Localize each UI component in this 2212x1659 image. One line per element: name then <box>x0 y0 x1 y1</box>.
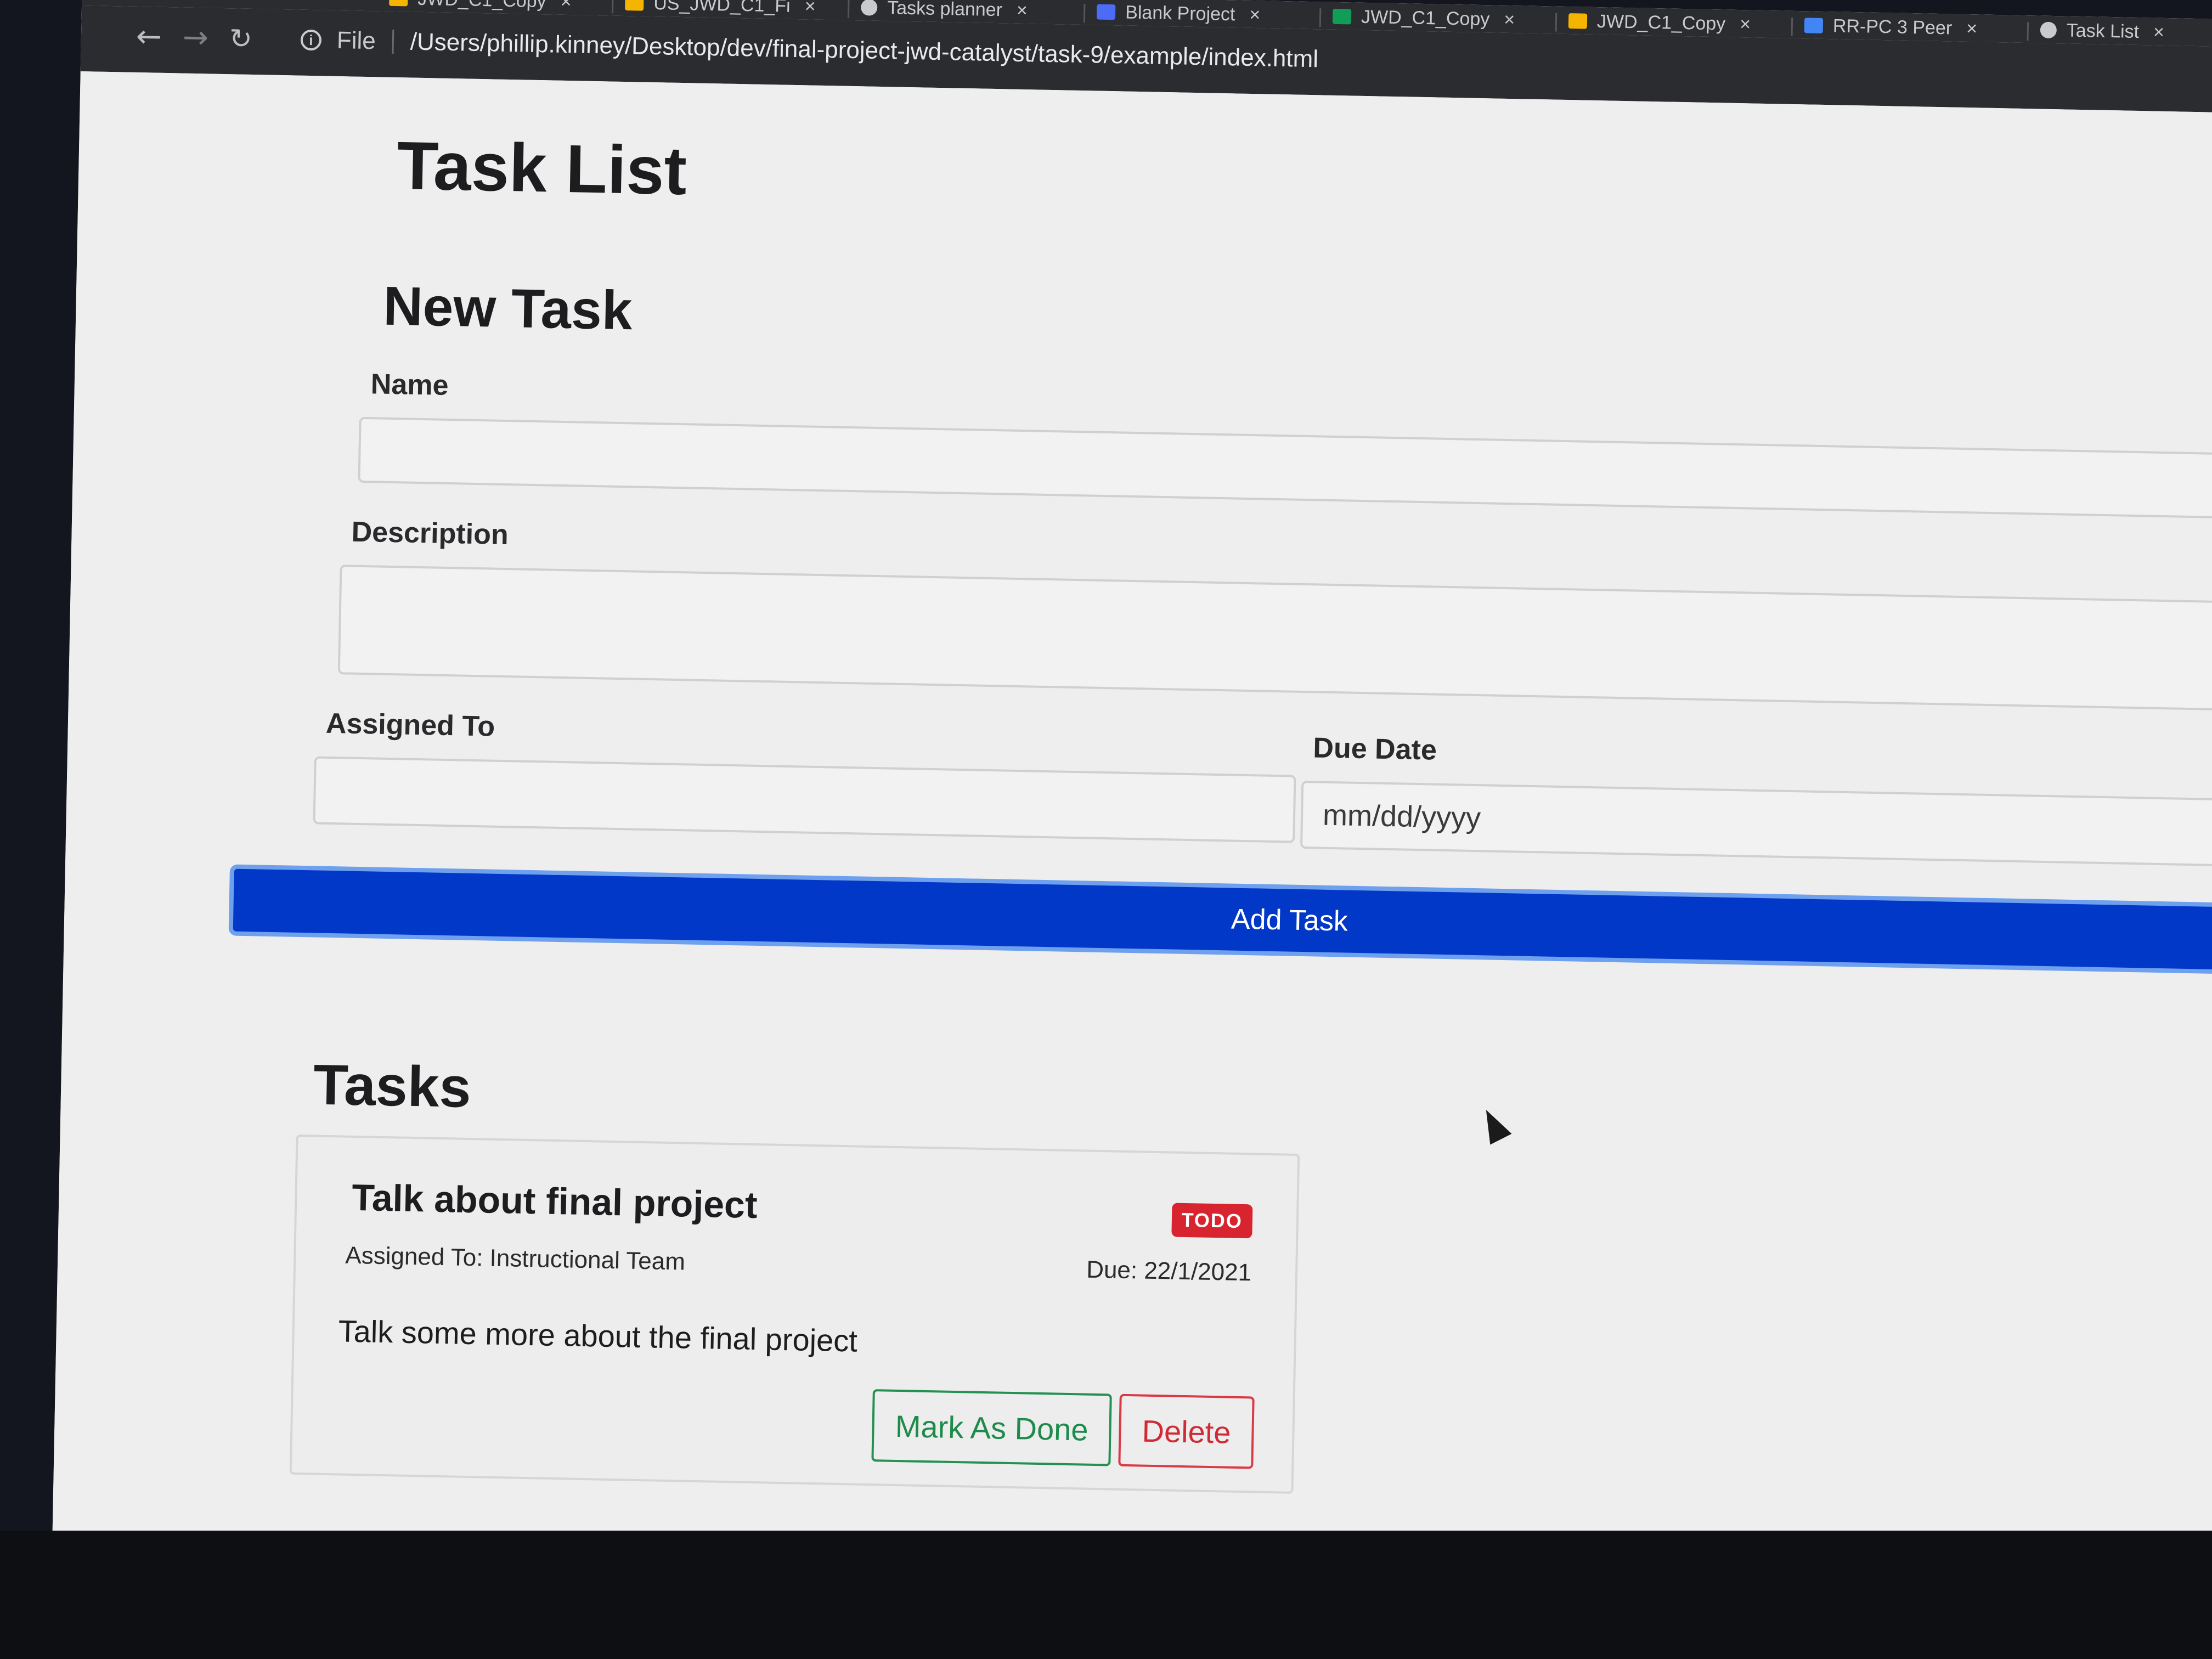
url-text[interactable]: /Users/phillip.kinney/Desktop/dev/final-… <box>410 29 1318 74</box>
browser-window: JWD_C1_Copy×US_JWD_C1_Fi×Tasks planner×B… <box>52 0 2212 1591</box>
browser-tab[interactable]: Blank Project × <box>1096 0 1261 27</box>
close-icon[interactable]: × <box>1249 4 1261 25</box>
due-date-label: Due Date <box>1312 732 1437 766</box>
mouse-cursor-icon <box>1475 1104 1512 1145</box>
sheets-icon <box>1332 8 1352 25</box>
tasks-heading: Tasks <box>313 1053 472 1120</box>
tab-label: Task List <box>2066 19 2140 42</box>
browser-tab[interactable]: JWD_C1_Copy × <box>1568 9 1751 36</box>
assigned-to-label: Assigned To <box>325 707 495 743</box>
close-icon[interactable]: × <box>1740 14 1751 35</box>
tab-label: Tasks planner <box>887 0 1003 20</box>
browser-tab[interactable]: US_JWD_C1_Fi × <box>625 0 816 19</box>
tab-label: JWD_C1_Copy <box>1596 10 1726 35</box>
globe-icon <box>860 0 878 16</box>
slides-icon <box>1568 13 1588 29</box>
tab-separator <box>847 0 850 18</box>
mark-as-done-button[interactable]: Mark As Done <box>871 1389 1112 1466</box>
close-icon[interactable]: × <box>1017 0 1028 21</box>
tab-label: Blank Project <box>1125 2 1235 25</box>
slides-icon <box>625 0 644 11</box>
new-task-heading: New Task <box>382 275 633 342</box>
back-icon[interactable]: ← <box>136 19 162 55</box>
page-content: Task List New Task Name Description Assi… <box>52 71 2212 1591</box>
task-name: Talk about final project <box>351 1176 758 1227</box>
m-app-icon <box>1096 4 1116 20</box>
task-due-date: Due: 22/1/2021 <box>1086 1256 1252 1286</box>
browser-tab[interactable]: JWD_C1_Copy × <box>1332 4 1515 32</box>
browser-tab[interactable]: RR-PC 3 Peer × <box>1804 13 1977 41</box>
browser-tab[interactable]: Task List × <box>2040 18 2164 44</box>
tab-label: RR-PC 3 Peer <box>1832 15 1953 38</box>
monitor-bezel <box>0 1531 2212 1659</box>
close-icon[interactable]: × <box>1504 9 1515 30</box>
close-icon[interactable]: × <box>2153 21 2165 43</box>
close-icon[interactable]: × <box>560 0 572 13</box>
close-icon[interactable]: × <box>804 0 816 17</box>
close-icon[interactable]: × <box>1966 18 1978 39</box>
page-title: Task List <box>396 128 688 210</box>
browser-tab[interactable]: Tasks planner × <box>860 0 1028 22</box>
status-badge: TODO <box>1171 1203 1253 1239</box>
tab-label: JWD_C1_Copy <box>1361 6 1490 30</box>
reload-icon[interactable]: ↻ <box>229 22 252 55</box>
tab-separator <box>1555 13 1558 32</box>
tab-separator <box>1791 17 1793 36</box>
description-input[interactable] <box>337 565 2212 714</box>
due-date-input[interactable]: mm/dd/yyyy <box>1300 780 2212 870</box>
info-icon[interactable]: i <box>300 29 322 51</box>
assigned-to-input[interactable] <box>313 756 1296 843</box>
tab-label: JWD_C1_Copy <box>417 0 546 12</box>
delete-button[interactable]: Delete <box>1118 1393 1255 1469</box>
description-label: Description <box>351 516 509 551</box>
globe-icon <box>2040 21 2057 39</box>
task-assigned-to: Assigned To: Instructional Team <box>345 1242 686 1276</box>
scheme-label: File <box>336 26 376 55</box>
name-input[interactable] <box>358 416 2212 522</box>
docs-icon <box>1804 18 1824 33</box>
omnibox-divider <box>392 29 394 54</box>
tab-label: US_JWD_C1_Fi <box>653 0 791 16</box>
tab-separator <box>611 0 614 14</box>
tab-separator <box>1319 8 1322 27</box>
forward-icon[interactable]: → <box>182 20 208 56</box>
tab-separator <box>2027 22 2029 41</box>
name-label: Name <box>370 368 449 402</box>
task-description: Talk some more about the final project <box>338 1313 858 1358</box>
due-date-placeholder: mm/dd/yyyy <box>1322 798 1481 835</box>
tab-separator <box>1083 4 1086 23</box>
slides-icon <box>389 0 408 7</box>
task-card: Talk about final project TODO Assigned T… <box>289 1134 1300 1494</box>
add-task-button[interactable]: Add Task <box>228 864 2212 977</box>
